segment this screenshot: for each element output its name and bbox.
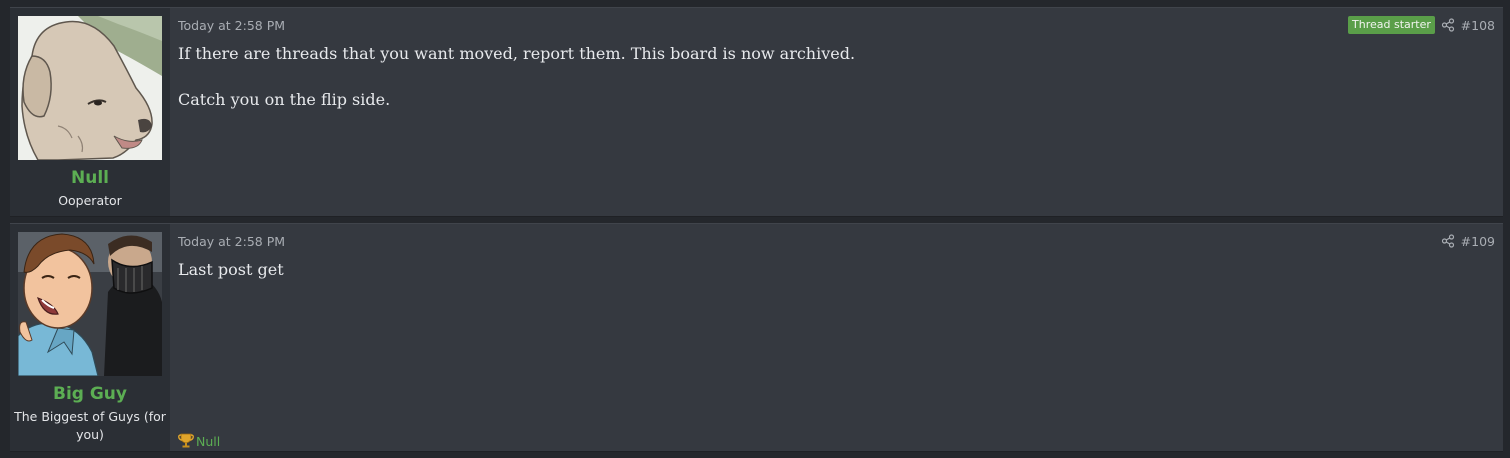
post-user-cell: Null Ooperator (10, 8, 170, 216)
post-108: Null Ooperator Today at 2:58 PM Thread s… (10, 7, 1503, 217)
post-timestamp[interactable]: Today at 2:58 PM (178, 18, 285, 33)
username[interactable]: Big Guy (10, 384, 170, 404)
trophy-icon (178, 433, 194, 448)
post-paragraph: If there are threads that you want moved… (178, 44, 856, 63)
post-number[interactable]: #109 (1461, 234, 1495, 249)
post-body: Last post get (178, 258, 284, 281)
post-timestamp[interactable]: Today at 2:58 PM (178, 234, 285, 249)
reactions-bar[interactable]: Null (178, 433, 220, 449)
share-icon[interactable] (1441, 234, 1455, 248)
post-user-cell: Big Guy The Biggest of Guys (for you) (10, 224, 170, 451)
share-icon[interactable] (1441, 18, 1455, 32)
avatar[interactable] (18, 232, 162, 376)
username[interactable]: Null (10, 168, 170, 188)
post-body: If there are threads that you want moved… (178, 42, 855, 111)
avatar[interactable] (18, 16, 162, 160)
post-number[interactable]: #108 (1461, 18, 1495, 33)
thread-starter-badge: Thread starter (1348, 16, 1435, 34)
user-title: The Biggest of Guys (for you) (14, 409, 166, 442)
post-109: Big Guy The Biggest of Guys (for you) To… (10, 223, 1503, 452)
post-paragraph: Catch you on the flip side. (178, 90, 391, 109)
user-title: Ooperator (58, 193, 122, 208)
reaction-user[interactable]: Null (196, 434, 220, 449)
post-paragraph: Last post get (178, 260, 284, 279)
